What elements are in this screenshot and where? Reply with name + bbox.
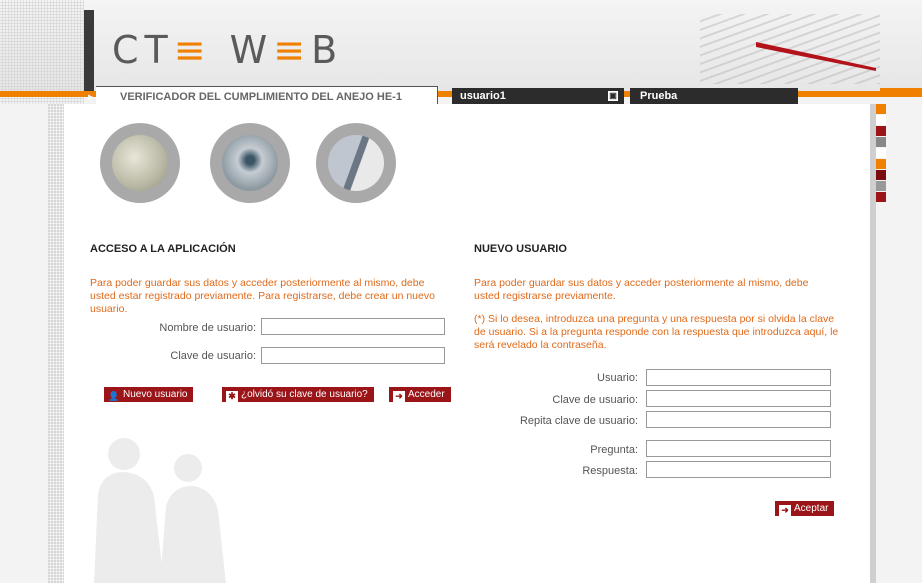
username-field[interactable]: [261, 318, 445, 335]
register-answer-field[interactable]: [646, 461, 831, 478]
image-circle-1: [100, 123, 180, 203]
register-password-label: Clave de usuario:: [552, 394, 638, 406]
register-repeat-field[interactable]: [646, 411, 831, 428]
left-pattern: [0, 0, 84, 104]
left-strip: [48, 104, 64, 583]
register-section-title: NUEVO USUARIO: [474, 243, 567, 255]
asterisk-icon: ✱: [226, 391, 238, 402]
login-section-title: ACCESO A LA APLICACIÓN: [90, 243, 236, 255]
header-orange-band-right: [880, 88, 922, 97]
image-circle-3: [316, 123, 396, 203]
main-content: ACCESO A LA APLICACIÓN Para poder guarda…: [64, 104, 870, 583]
app-logo: CT≡ W≡B: [112, 28, 344, 72]
register-question-field[interactable]: [646, 440, 831, 457]
image-circle-2: [210, 123, 290, 203]
password-field[interactable]: [261, 347, 445, 364]
access-label: Acceder: [408, 389, 445, 400]
enter-icon: ➜: [393, 391, 405, 402]
header-red-swoosh: [756, 42, 876, 71]
tab-verificador[interactable]: VERIFICADOR DEL CUMPLIMIENTO DEL ANEJO H…: [96, 86, 438, 106]
register-question-label: Pregunta:: [590, 444, 638, 456]
register-info-text: Para poder guardar sus datos y acceder p…: [474, 277, 809, 302]
username-label: Nombre de usuario:: [159, 322, 256, 334]
tab-project[interactable]: Prueba: [630, 88, 798, 104]
person-icon: 👤: [108, 391, 120, 401]
enter-icon: ➜: [779, 505, 791, 516]
register-password-field[interactable]: [646, 390, 831, 407]
login-info-text: Para poder guardar sus datos y acceder p…: [90, 277, 435, 315]
tab-user[interactable]: usuario1 ▣: [452, 88, 624, 104]
window-icon[interactable]: ▣: [608, 91, 618, 101]
new-user-button[interactable]: 👤 Nuevo usuario: [104, 387, 194, 402]
access-button[interactable]: ➜ Acceder: [389, 387, 451, 402]
accept-button[interactable]: ➜ Aceptar: [775, 501, 835, 516]
register-repeat-label: Repita clave de usuario:: [519, 415, 638, 427]
accept-label: Aceptar: [794, 503, 829, 514]
forgot-label: ¿olvidó su clave de usuario?: [241, 389, 368, 400]
right-color-swatches: [876, 104, 886, 203]
register-answer-label: Respuesta:: [582, 465, 638, 477]
register-user-field[interactable]: [646, 369, 831, 386]
new-user-label: Nuevo usuario: [123, 389, 188, 400]
header-dark-bar: [84, 10, 94, 92]
register-user-label: Usuario:: [597, 372, 638, 384]
register-note-text: (*) Si lo desea, introduzca una pregunta…: [474, 313, 839, 351]
password-label: Clave de usuario:: [170, 350, 256, 362]
forgot-password-button[interactable]: ✱ ¿olvidó su clave de usuario?: [222, 387, 374, 402]
user-tab-label: usuario1: [460, 90, 506, 102]
tab-arrow-icon: ▶: [88, 94, 94, 101]
people-silhouette-image: [94, 438, 226, 583]
